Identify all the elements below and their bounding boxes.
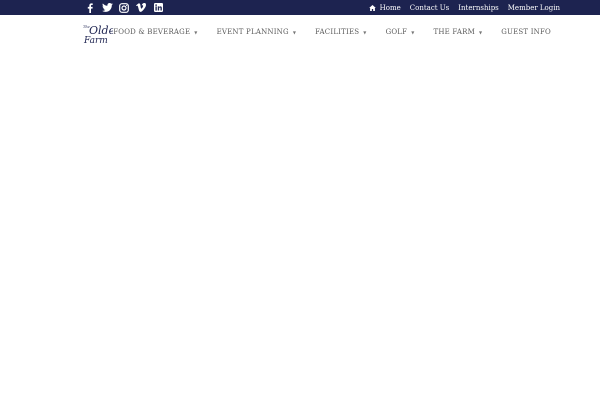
chevron-down-icon: ▼ [363,29,367,35]
social-links [84,0,169,15]
chevron-down-icon: ▼ [411,29,415,35]
nav-event-planning-label: EVENT PLANNING [216,28,289,36]
nav-guest-info[interactable]: GUEST INFO [501,28,551,36]
internships-link[interactable]: Internships [458,4,499,12]
nav-event-planning[interactable]: EVENT PLANNING ▼ [217,28,297,36]
contact-us-link[interactable]: Contact Us [410,4,450,12]
nav-the-farm-label: THE FARM [433,28,475,36]
main-content-area [0,51,600,400]
member-login-link[interactable]: Member Login [508,4,560,12]
top-utility-bar: Home Contact Us Internships Member Login [0,0,600,15]
instagram-icon[interactable] [118,2,130,14]
nav-food-beverage[interactable]: FOOD & BEVERAGE ▼ [113,28,197,36]
nav-golf-label: GOLF [385,28,408,36]
home-link[interactable]: Home [368,3,401,12]
chevron-down-icon: ▼ [194,29,198,35]
chevron-down-icon: ▼ [292,29,297,35]
main-navigation: FOOD & BEVERAGE ▼ EVENT PLANNING ▼ FACIL… [94,15,551,49]
nav-facilities[interactable]: FACILITIES ▼ [315,28,366,36]
utility-links: Home Contact Us Internships Member Login [360,0,560,15]
home-icon [368,4,376,11]
nav-the-farm[interactable]: THE FARM ▼ [433,28,482,36]
twitter-icon[interactable] [101,2,113,14]
nav-facilities-label: FACILITIES [315,28,360,36]
home-link-label: Home [379,3,401,12]
site-header: The Olde Farm FOOD & BEVERAGE ▼ EVENT PL… [0,15,600,51]
nav-golf[interactable]: GOLF ▼ [386,28,415,36]
nav-food-beverage-label: FOOD & BEVERAGE [113,28,191,36]
chevron-down-icon: ▼ [478,29,483,35]
nav-guest-info-label: GUEST INFO [501,28,551,36]
linkedin-icon[interactable] [152,2,164,14]
facebook-icon[interactable] [84,2,96,14]
vimeo-icon[interactable] [135,2,147,14]
